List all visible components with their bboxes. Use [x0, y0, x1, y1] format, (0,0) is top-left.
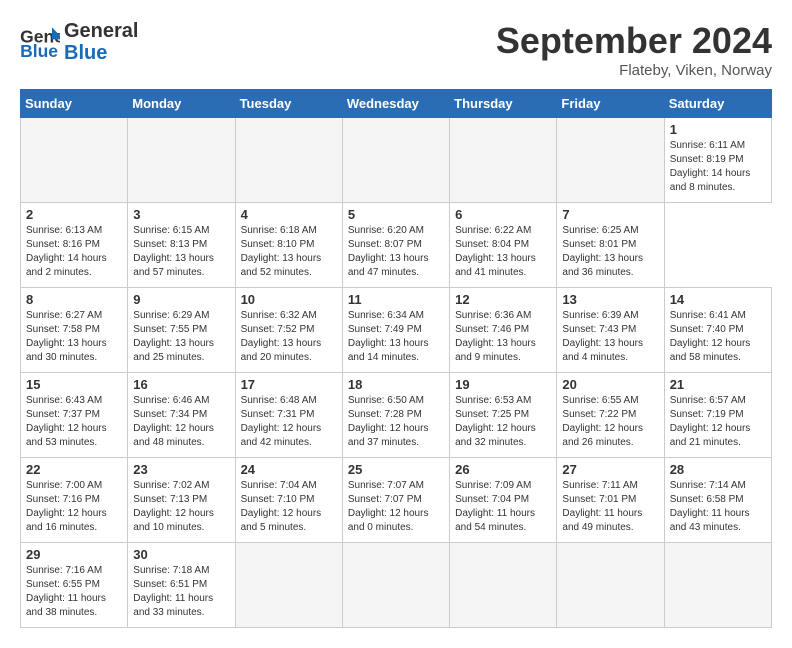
empty-cell [450, 118, 557, 203]
calendar-week-6: 29Sunrise: 7:16 AMSunset: 6:55 PMDayligh… [21, 543, 772, 628]
calendar-week-3: 8Sunrise: 6:27 AMSunset: 7:58 PMDaylight… [21, 288, 772, 373]
header-monday: Monday [128, 90, 235, 118]
calendar-day-10: 10Sunrise: 6:32 AMSunset: 7:52 PMDayligh… [235, 288, 342, 373]
calendar-header-row: SundayMondayTuesdayWednesdayThursdayFrid… [21, 90, 772, 118]
header-saturday: Saturday [664, 90, 771, 118]
calendar-table: SundayMondayTuesdayWednesdayThursdayFrid… [20, 89, 772, 628]
title-block: September 2024 Flateby, Viken, Norway [496, 20, 772, 79]
location: Flateby, Viken, Norway [496, 62, 772, 79]
calendar-day-24: 24Sunrise: 7:04 AMSunset: 7:10 PMDayligh… [235, 458, 342, 543]
empty-cell [128, 118, 235, 203]
calendar-day-23: 23Sunrise: 7:02 AMSunset: 7:13 PMDayligh… [128, 458, 235, 543]
calendar-day-2: 2Sunrise: 6:13 AMSunset: 8:16 PMDaylight… [21, 203, 128, 288]
calendar-week-2: 2Sunrise: 6:13 AMSunset: 8:16 PMDaylight… [21, 203, 772, 288]
empty-cell [235, 118, 342, 203]
calendar-day-15: 15Sunrise: 6:43 AMSunset: 7:37 PMDayligh… [21, 373, 128, 458]
calendar-day-29: 29Sunrise: 7:16 AMSunset: 6:55 PMDayligh… [21, 543, 128, 628]
empty-cell [21, 118, 128, 203]
calendar-day-4: 4Sunrise: 6:18 AMSunset: 8:10 PMDaylight… [235, 203, 342, 288]
calendar-day-20: 20Sunrise: 6:55 AMSunset: 7:22 PMDayligh… [557, 373, 664, 458]
header-thursday: Thursday [450, 90, 557, 118]
calendar-day-19: 19Sunrise: 6:53 AMSunset: 7:25 PMDayligh… [450, 373, 557, 458]
empty-cell [342, 118, 449, 203]
calendar-day-3: 3Sunrise: 6:15 AMSunset: 8:13 PMDaylight… [128, 203, 235, 288]
calendar-day-17: 17Sunrise: 6:48 AMSunset: 7:31 PMDayligh… [235, 373, 342, 458]
calendar-day-27: 27Sunrise: 7:11 AMSunset: 7:01 PMDayligh… [557, 458, 664, 543]
calendar-day-13: 13Sunrise: 6:39 AMSunset: 7:43 PMDayligh… [557, 288, 664, 373]
calendar-week-5: 22Sunrise: 7:00 AMSunset: 7:16 PMDayligh… [21, 458, 772, 543]
header-wednesday: Wednesday [342, 90, 449, 118]
calendar-day-28: 28Sunrise: 7:14 AMSunset: 6:58 PMDayligh… [664, 458, 771, 543]
calendar-day-18: 18Sunrise: 6:50 AMSunset: 7:28 PMDayligh… [342, 373, 449, 458]
calendar-day-16: 16Sunrise: 6:46 AMSunset: 7:34 PMDayligh… [128, 373, 235, 458]
calendar-day-5: 5Sunrise: 6:20 AMSunset: 8:07 PMDaylight… [342, 203, 449, 288]
calendar-day-7: 7Sunrise: 6:25 AMSunset: 8:01 PMDaylight… [557, 203, 664, 288]
header-friday: Friday [557, 90, 664, 118]
empty-cell [235, 543, 342, 628]
calendar-day-11: 11Sunrise: 6:34 AMSunset: 7:49 PMDayligh… [342, 288, 449, 373]
logo: General Blue General Blue [20, 20, 138, 64]
calendar-day-30: 30Sunrise: 7:18 AMSunset: 6:51 PMDayligh… [128, 543, 235, 628]
calendar-day-21: 21Sunrise: 6:57 AMSunset: 7:19 PMDayligh… [664, 373, 771, 458]
calendar-day-26: 26Sunrise: 7:09 AMSunset: 7:04 PMDayligh… [450, 458, 557, 543]
calendar-week-4: 15Sunrise: 6:43 AMSunset: 7:37 PMDayligh… [21, 373, 772, 458]
page-header: General Blue General Blue September 2024… [20, 20, 772, 79]
header-sunday: Sunday [21, 90, 128, 118]
calendar-day-12: 12Sunrise: 6:36 AMSunset: 7:46 PMDayligh… [450, 288, 557, 373]
logo-blue: Blue [64, 42, 138, 64]
calendar-day-22: 22Sunrise: 7:00 AMSunset: 7:16 PMDayligh… [21, 458, 128, 543]
calendar-day-8: 8Sunrise: 6:27 AMSunset: 7:58 PMDaylight… [21, 288, 128, 373]
empty-cell [450, 543, 557, 628]
empty-cell [557, 543, 664, 628]
svg-text:Blue: Blue [20, 40, 58, 59]
calendar-day-14: 14Sunrise: 6:41 AMSunset: 7:40 PMDayligh… [664, 288, 771, 373]
empty-cell [664, 543, 771, 628]
empty-cell [557, 118, 664, 203]
header-tuesday: Tuesday [235, 90, 342, 118]
logo-icon: General Blue [20, 25, 60, 60]
calendar-week-1: 1Sunrise: 6:11 AMSunset: 8:19 PMDaylight… [21, 118, 772, 203]
calendar-day-25: 25Sunrise: 7:07 AMSunset: 7:07 PMDayligh… [342, 458, 449, 543]
logo-general: General [64, 20, 138, 42]
empty-cell [342, 543, 449, 628]
calendar-day-1: 1Sunrise: 6:11 AMSunset: 8:19 PMDaylight… [664, 118, 771, 203]
calendar-day-9: 9Sunrise: 6:29 AMSunset: 7:55 PMDaylight… [128, 288, 235, 373]
month-title: September 2024 [496, 20, 772, 62]
calendar-day-6: 6Sunrise: 6:22 AMSunset: 8:04 PMDaylight… [450, 203, 557, 288]
